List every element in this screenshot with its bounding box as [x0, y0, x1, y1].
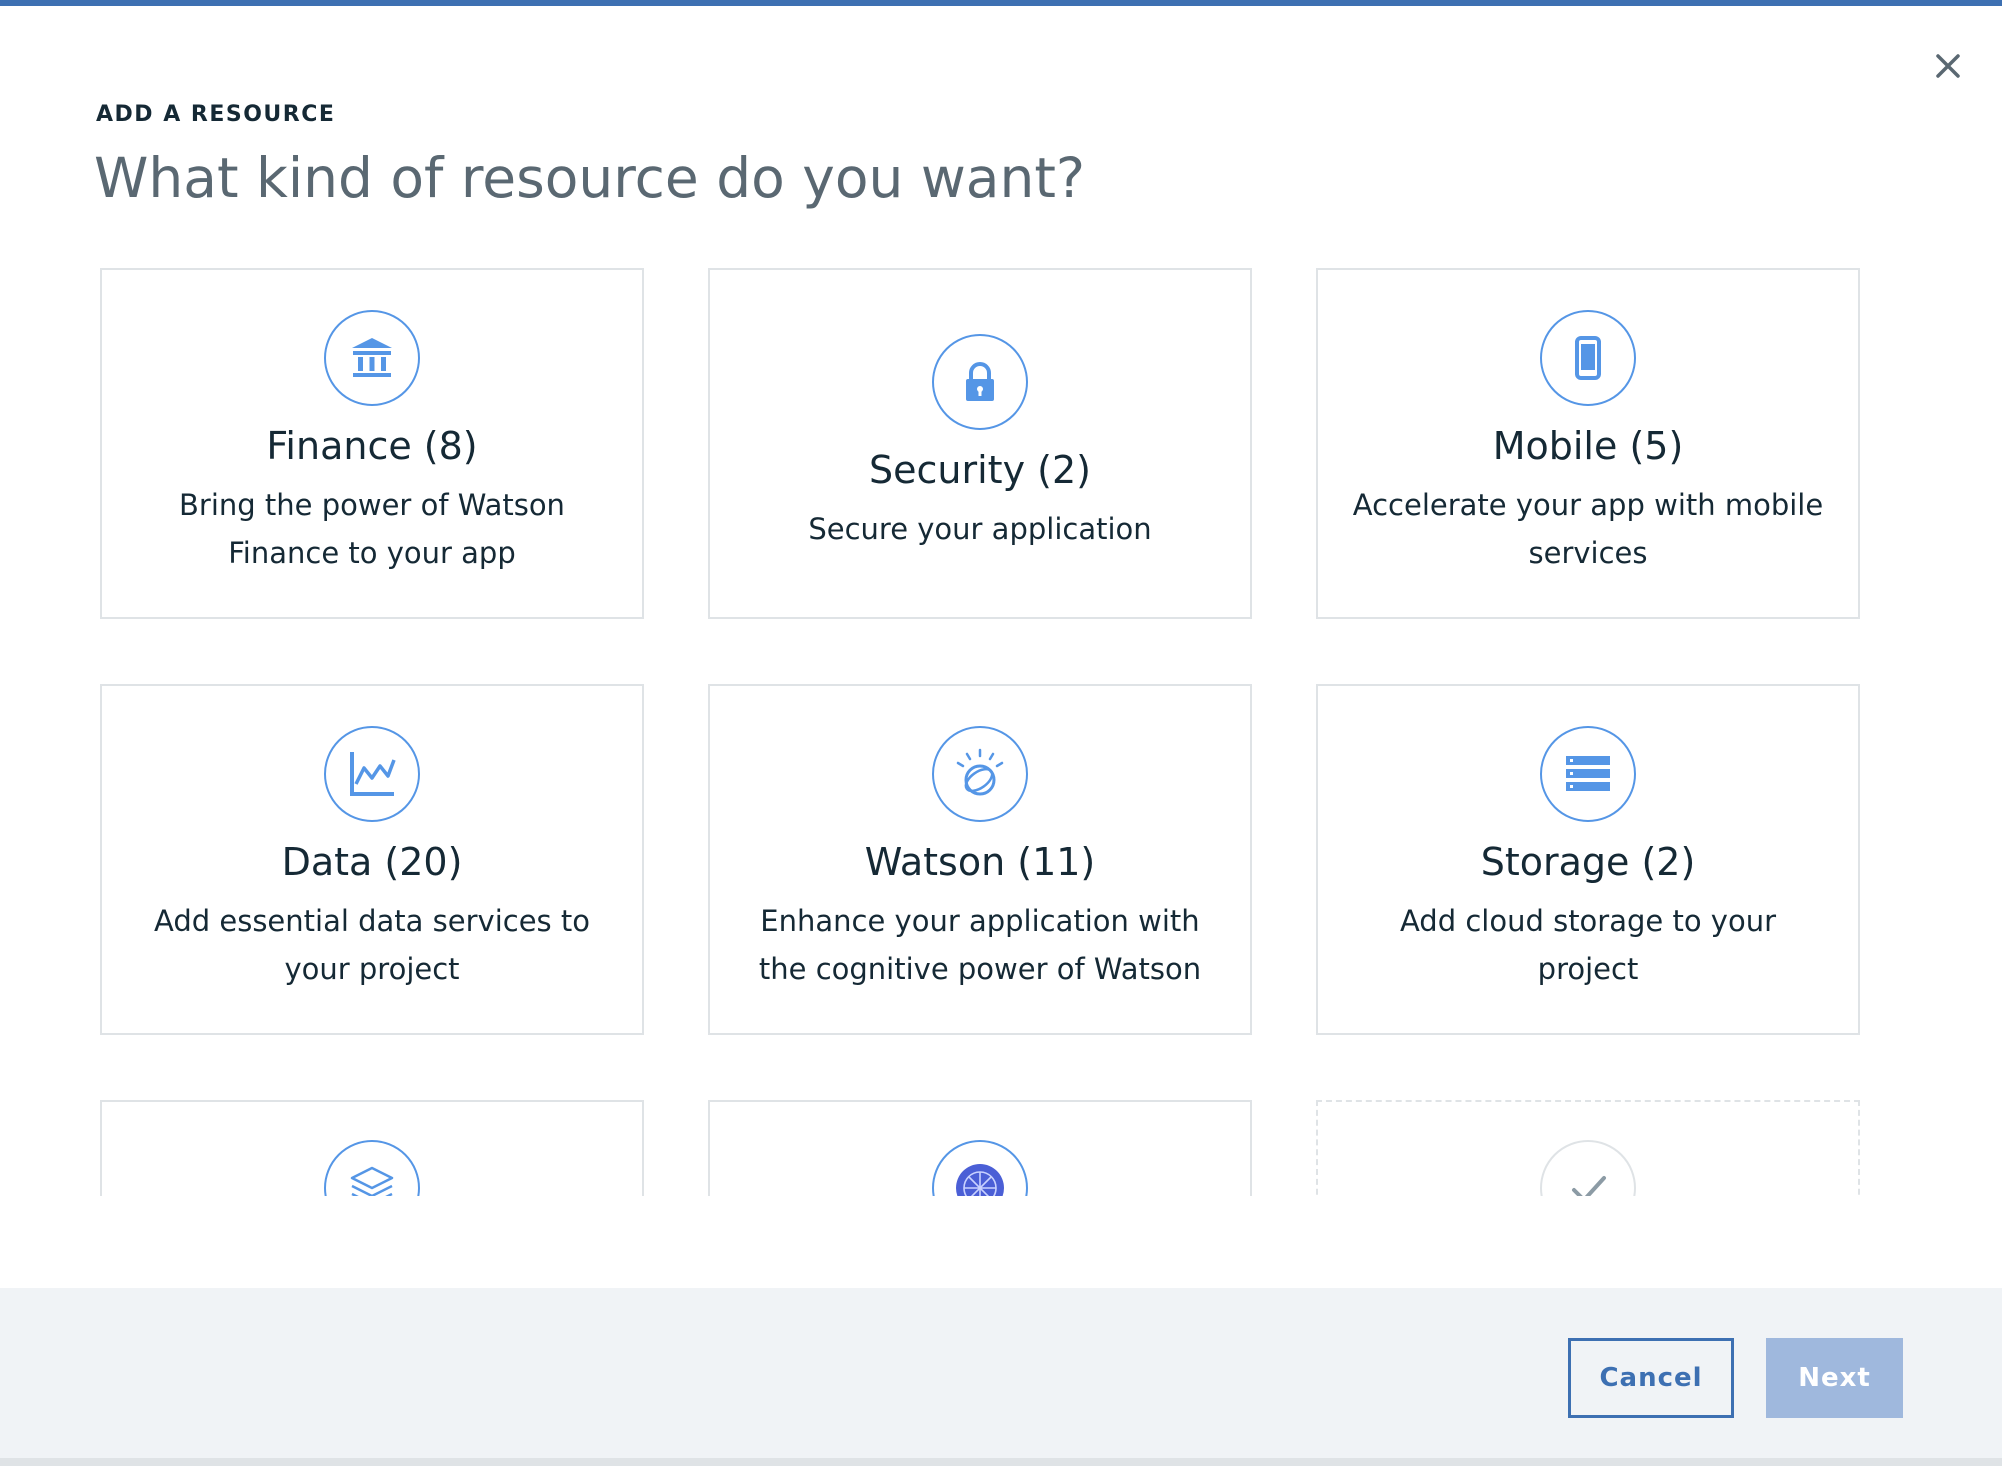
tile-description: Enhance your application with the cognit…: [758, 904, 1202, 987]
tile-description: Accelerate your app with mobile services: [1352, 488, 1824, 571]
tile-title: Security (2): [869, 447, 1091, 492]
tile-title: Mobile (5): [1492, 423, 1684, 468]
layers-icon: [350, 1166, 394, 1196]
close-icon: [1936, 54, 1960, 78]
tile-description: Add cloud storage to your project: [1399, 904, 1777, 987]
resource-grid[interactable]: Finance (8) Bring the power of Watson Fi…: [0, 264, 1860, 1196]
tile-mobile[interactable]: Mobile (5) Accelerate your app with mobi…: [1316, 268, 1860, 619]
tile-storage[interactable]: Storage (2) Add cloud storage to your pr…: [1316, 684, 1860, 1035]
tile-description: Bring the power of Watson Finance to you…: [179, 488, 565, 571]
finance-icon-circle: [324, 309, 420, 406]
tile-partial-1[interactable]: [100, 1100, 644, 1196]
mobile-icon-circle: [1540, 309, 1636, 406]
tile-title: Finance (8): [266, 423, 478, 468]
cancel-button[interactable]: Cancel: [1568, 1338, 1734, 1418]
checkmark-icon: [1572, 1176, 1606, 1196]
tile-security[interactable]: Security (2) Secure your application: [708, 268, 1252, 619]
tile-partial-2[interactable]: [708, 1100, 1252, 1196]
tile-title: Watson (11): [864, 839, 1096, 884]
line-chart-icon: [350, 751, 396, 796]
mobile-phone-icon: [1575, 335, 1601, 380]
lock-icon: [966, 361, 994, 401]
network-sphere-icon: [956, 1164, 1004, 1196]
tile-finance[interactable]: Finance (8) Bring the power of Watson Fi…: [100, 268, 644, 619]
bank-icon: [352, 337, 392, 377]
tile-description: Secure your application: [808, 512, 1152, 547]
close-button[interactable]: [1926, 44, 1970, 88]
storage-icon: [1566, 755, 1610, 791]
watson-icon: [956, 748, 1004, 796]
tile-watson[interactable]: Watson (11) Enhance your application wit…: [708, 684, 1252, 1035]
modal-footer: Cancel Next: [0, 1288, 2002, 1458]
partial-icon-circle: [324, 1140, 420, 1196]
partial-icon-circle: [932, 1140, 1028, 1196]
tile-description: Add essential data services to your proj…: [154, 904, 590, 987]
data-icon-circle: [324, 725, 420, 822]
storage-icon-circle: [1540, 725, 1636, 822]
dialog-heading: What kind of resource do you want?: [94, 146, 1086, 210]
watson-icon-circle: [932, 725, 1028, 822]
tile-title: Storage (2): [1480, 839, 1696, 884]
dialog-label: ADD A RESOURCE: [96, 102, 336, 127]
tile-title: Data (20): [281, 839, 463, 884]
next-button[interactable]: Next: [1766, 1338, 1903, 1418]
tile-partial-3[interactable]: [1316, 1100, 1860, 1196]
tile-data[interactable]: Data (20) Add essential data services to…: [100, 684, 644, 1035]
partial-icon-circle: [1540, 1140, 1636, 1196]
security-icon-circle: [932, 333, 1028, 430]
add-resource-modal: ADD A RESOURCE What kind of resource do …: [0, 0, 2002, 1458]
